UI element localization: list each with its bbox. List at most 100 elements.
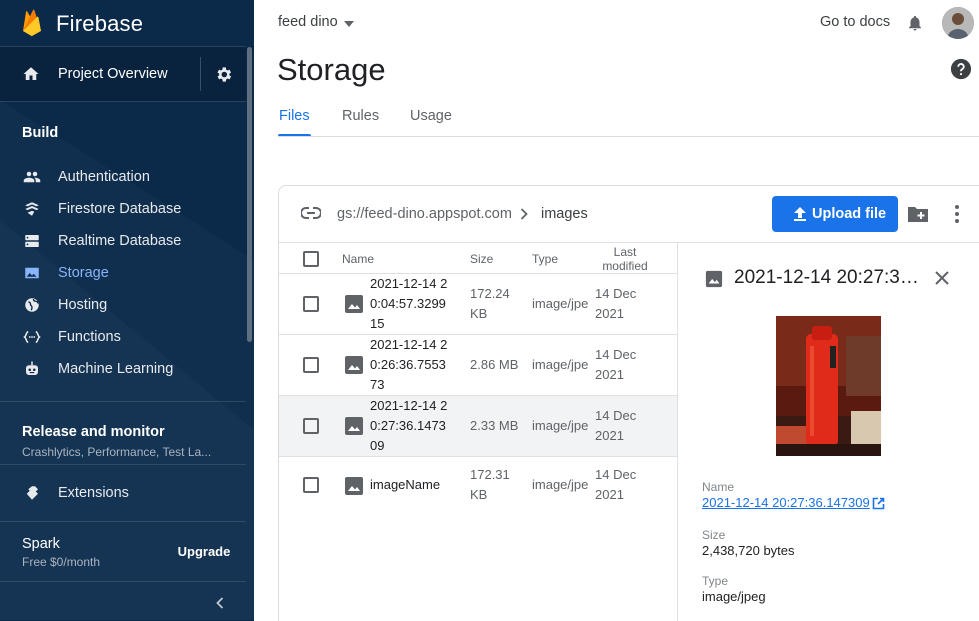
- sidebar-item-label: Hosting: [58, 297, 108, 313]
- row-checkbox[interactable]: [303, 296, 319, 312]
- page-title: Storage: [277, 52, 386, 87]
- sidebar-item-label: Functions: [58, 329, 121, 345]
- breadcrumb-folder[interactable]: images: [541, 206, 588, 222]
- sidebar-item-firestore[interactable]: Firestore Database: [0, 193, 246, 225]
- sidebar-item-label: Realtime Database: [58, 233, 182, 249]
- extensions-icon: [26, 486, 38, 500]
- file-browser-card: gs://feed-dino.appspot.com images Upload…: [278, 185, 979, 621]
- row-checkbox[interactable]: [303, 418, 319, 434]
- upload-icon: [794, 207, 806, 221]
- image-file-icon: [345, 356, 363, 374]
- image-preview[interactable]: [776, 316, 881, 456]
- row-checkbox[interactable]: [303, 357, 319, 373]
- sidebar-item-label: Authentication: [58, 169, 150, 185]
- sidebar-item-hosting[interactable]: Hosting: [0, 289, 246, 321]
- divider: [0, 464, 246, 465]
- sidebar-item-label: Firestore Database: [58, 201, 182, 217]
- column-header-size[interactable]: Size: [470, 252, 493, 266]
- help-icon[interactable]: [950, 58, 972, 80]
- image-icon: [25, 267, 39, 279]
- file-type: image/jpeg: [532, 477, 588, 492]
- robot-icon: [26, 361, 38, 375]
- go-to-docs-link[interactable]: Go to docs: [820, 14, 890, 30]
- chevron-down-icon[interactable]: [344, 21, 354, 27]
- plan-name: Spark: [22, 536, 60, 552]
- gear-icon[interactable]: [214, 65, 233, 84]
- more-options-icon[interactable]: [954, 204, 960, 224]
- project-overview-link[interactable]: Project Overview: [58, 66, 168, 82]
- chevron-right-icon: [520, 208, 528, 220]
- table-row[interactable]: 2021-12-14 20:26:36.755373 2.86 MB image…: [279, 335, 677, 396]
- column-header-name[interactable]: Name: [342, 252, 374, 266]
- select-all-checkbox[interactable]: [303, 251, 319, 267]
- divider: [0, 521, 246, 522]
- open-in-new-icon[interactable]: [872, 497, 885, 510]
- close-icon[interactable]: [935, 271, 949, 285]
- breadcrumb-bucket[interactable]: gs://feed-dino.appspot.com: [337, 206, 512, 222]
- sidebar-item-extensions[interactable]: Extensions: [0, 477, 246, 509]
- firestore-icon: [25, 202, 39, 216]
- sidebar-item-storage[interactable]: Storage: [0, 257, 246, 289]
- file-name[interactable]: 2021-12-14 20:04:57.329915: [370, 274, 448, 334]
- file-size: 172.31 KB: [470, 467, 510, 502]
- file-name-link[interactable]: 2021-12-14 20:27:36.147309: [702, 495, 870, 510]
- tab-rules[interactable]: Rules: [342, 108, 379, 124]
- sidebar-item-machine-learning[interactable]: Machine Learning: [0, 353, 246, 385]
- image-file-icon: [345, 417, 363, 435]
- main-content: feed dino Go to docs Storage Files Rules…: [254, 0, 979, 621]
- file-name[interactable]: 2021-12-14 20:26:36.755373: [370, 335, 448, 395]
- bell-icon[interactable]: [906, 13, 924, 33]
- tab-usage[interactable]: Usage: [410, 108, 452, 124]
- name-label: Name: [702, 480, 735, 494]
- release-section-title[interactable]: Release and monitor: [22, 424, 165, 440]
- sidebar-item-realtime-database[interactable]: Realtime Database: [0, 225, 246, 257]
- user-photo: [942, 7, 974, 39]
- upload-file-button[interactable]: Upload file: [772, 196, 898, 232]
- size-label: Size: [702, 528, 726, 542]
- sidebar-scrollbar[interactable]: [247, 47, 252, 342]
- file-date: 14 Dec 2021: [595, 408, 637, 443]
- sidebar-item-authentication[interactable]: Authentication: [0, 161, 246, 193]
- release-section-subtitle: Crashlytics, Performance, Test La...: [22, 445, 212, 459]
- sidebar-item-label: Extensions: [58, 485, 129, 501]
- functions-icon: [23, 331, 41, 343]
- size-value: 2,438,720 bytes: [702, 543, 795, 558]
- tab-files[interactable]: Files: [279, 108, 310, 124]
- type-value: image/jpeg: [702, 589, 766, 604]
- upgrade-button[interactable]: Upgrade: [170, 543, 238, 563]
- file-type: image/jpeg: [532, 357, 588, 372]
- firebase-brand[interactable]: Firebase: [0, 0, 254, 46]
- row-checkbox[interactable]: [303, 477, 319, 493]
- column-header-type[interactable]: Type: [532, 252, 558, 266]
- divider: [279, 242, 979, 243]
- file-date: 14 Dec 2021: [595, 286, 637, 321]
- collapse-sidebar-icon[interactable]: [212, 595, 228, 611]
- file-size: 2.33 MB: [470, 418, 519, 433]
- file-name[interactable]: imageName: [370, 475, 448, 495]
- build-section-title: Build: [22, 125, 59, 141]
- panel-divider: [677, 242, 678, 621]
- table-row[interactable]: imageName 172.31 KB image/jpeg 14 Dec 20…: [279, 457, 677, 518]
- link-icon[interactable]: [301, 207, 321, 219]
- detail-title: 2021-12-14 20:27:36.147309: [734, 267, 926, 288]
- new-folder-icon[interactable]: [907, 205, 929, 223]
- sidebar: Firebase Project Overview Build Authenti…: [0, 0, 254, 621]
- database-icon: [25, 235, 39, 247]
- file-size: 2.86 MB: [470, 357, 519, 372]
- sidebar-item-functions[interactable]: Functions: [0, 321, 246, 353]
- project-overview-row: Project Overview: [0, 47, 246, 101]
- file-type: image/jpeg: [532, 418, 588, 433]
- sidebar-item-label: Storage: [58, 265, 109, 281]
- project-selector[interactable]: feed dino: [278, 14, 338, 30]
- avatar[interactable]: [942, 7, 974, 39]
- sidebar-item-label: Machine Learning: [58, 361, 174, 377]
- file-type: image/jpeg: [532, 296, 588, 311]
- table-row[interactable]: 2021-12-14 20:04:57.329915 172.24 KB ima…: [279, 274, 677, 335]
- table-row[interactable]: 2021-12-14 20:27:36.147309 2.33 MB image…: [279, 396, 677, 457]
- file-name[interactable]: 2021-12-14 20:27:36.147309: [370, 396, 448, 456]
- image-file-icon: [345, 295, 363, 313]
- people-icon: [23, 171, 41, 183]
- type-label: Type: [702, 574, 729, 588]
- column-header-last-modified[interactable]: Last modified: [595, 245, 655, 273]
- home-icon: [23, 67, 39, 80]
